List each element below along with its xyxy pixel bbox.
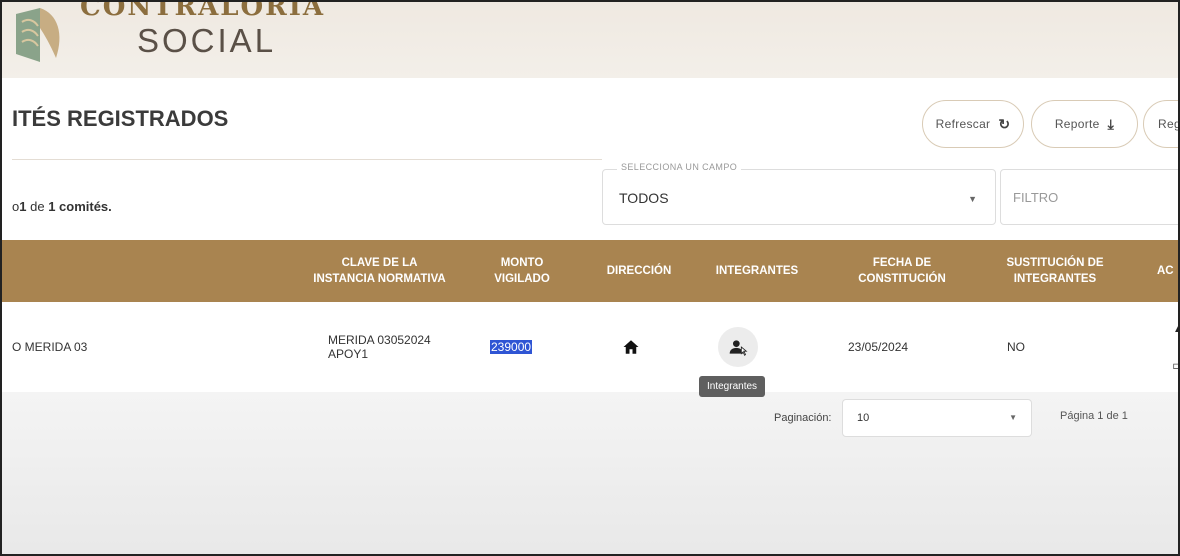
register-button[interactable]: Regi xyxy=(1143,100,1178,148)
title-divider xyxy=(12,159,602,160)
col-direccion[interactable]: DIRECCIÓN xyxy=(599,240,679,302)
report-button-label: Reporte xyxy=(1054,117,1100,131)
caret-down-icon: ▼ xyxy=(1009,413,1017,422)
app-frame: CONTRALORIA SOCIAL ITÉS REGISTRADOS Refr… xyxy=(0,0,1180,556)
col-monto[interactable]: MONTO VIGILADO xyxy=(472,240,572,302)
results-count: o1 de 1 comités. xyxy=(12,199,112,214)
edit-icon[interactable]: ▲ xyxy=(1173,321,1178,335)
pagination-label: Paginación: xyxy=(774,412,832,424)
download-icon: ⤓ xyxy=(1107,115,1115,132)
cell-acciones: ▲ ▭ xyxy=(1172,302,1178,392)
pagination-page-text: Página 1 de 1 xyxy=(1060,410,1128,422)
cell-fecha: 23/05/2024 xyxy=(848,340,909,354)
delete-icon[interactable]: ▭ xyxy=(1172,357,1178,374)
filter-input[interactable]: FILTRO xyxy=(1000,169,1178,225)
logo-text-top: CONTRALORIA xyxy=(80,0,326,22)
page-title: ITÉS REGISTRADOS xyxy=(12,106,229,131)
cell-direccion xyxy=(622,302,640,392)
col-fecha[interactable]: FECHA DE CONSTITUCIÓN xyxy=(847,240,957,302)
cell-monto: 239000 xyxy=(490,302,533,392)
app-header: CONTRALORIA SOCIAL xyxy=(2,0,1178,78)
cell-nombre: O MERIDA 03 xyxy=(12,340,88,354)
cell-clave: MERIDA 03052024 APOY1 xyxy=(328,333,431,361)
refresh-button-label: Refrescar xyxy=(935,117,991,131)
filter-placeholder: FILTRO xyxy=(1013,190,1059,205)
pagination-size-select[interactable]: 10 ▼ xyxy=(842,399,1032,437)
table-row: O MERIDA 03 MERIDA 03052024 APOY1 239000… xyxy=(2,302,1178,392)
refresh-button[interactable]: Refrescar ↻ xyxy=(922,100,1024,148)
count-mid: de xyxy=(30,199,45,214)
register-button-label: Regi xyxy=(1158,117,1178,131)
field-select-value: TODOS xyxy=(619,190,669,206)
home-icon[interactable] xyxy=(622,338,640,356)
col-clave[interactable]: CLAVE DE LA INSTANCIA NORMATIVA xyxy=(312,240,447,302)
col-sustitucion[interactable]: SUSTITUCIÓN DE INTEGRANTES xyxy=(990,240,1120,302)
count-num: 1 xyxy=(19,199,27,214)
integrantes-button[interactable] xyxy=(718,327,758,367)
count-total: 1 comités. xyxy=(48,199,112,214)
logo-text-bottom: SOCIAL xyxy=(137,22,277,59)
person-icon xyxy=(729,340,748,357)
col-acciones[interactable]: AC xyxy=(1157,240,1178,302)
logo-emblem-icon xyxy=(16,8,60,62)
field-select[interactable]: SELECCIONA UN CAMPO TODOS ▼ xyxy=(602,162,996,225)
field-select-legend: SELECCIONA UN CAMPO xyxy=(617,162,742,172)
report-button[interactable]: Reporte ⤓ xyxy=(1031,100,1138,148)
cell-sustitucion: NO xyxy=(1007,340,1025,354)
table-header: CLAVE DE LA INSTANCIA NORMATIVA MONTO VI… xyxy=(2,240,1178,302)
refresh-icon: ↻ xyxy=(998,115,1011,132)
pagination-size-value: 10 xyxy=(857,412,870,424)
integrantes-tooltip: Integrantes xyxy=(699,376,766,397)
monto-selected-text: 239000 xyxy=(490,340,533,354)
caret-down-icon: ▼ xyxy=(968,194,977,204)
col-integrantes[interactable]: INTEGRANTES xyxy=(707,240,807,302)
